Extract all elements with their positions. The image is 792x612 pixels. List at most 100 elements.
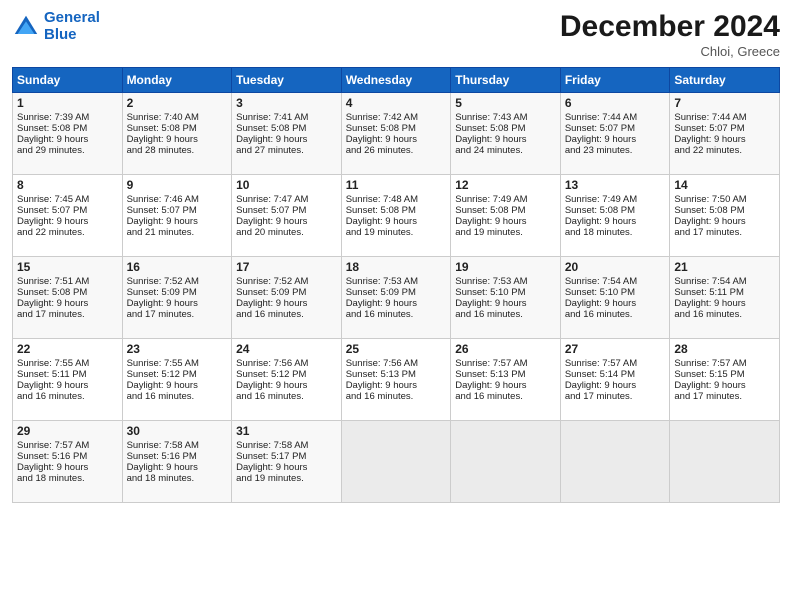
day-info: Sunset: 5:12 PM bbox=[236, 369, 337, 380]
calendar-cell: 28Sunrise: 7:57 AMSunset: 5:15 PMDayligh… bbox=[670, 339, 780, 421]
day-info: Sunrise: 7:54 AM bbox=[565, 276, 666, 287]
day-info: Daylight: 9 hours bbox=[127, 380, 228, 391]
logo: General Blue bbox=[12, 10, 100, 43]
day-info: Sunset: 5:15 PM bbox=[674, 369, 775, 380]
day-info: Daylight: 9 hours bbox=[127, 298, 228, 309]
day-info: Sunrise: 7:57 AM bbox=[17, 440, 118, 451]
day-info: Sunrise: 7:56 AM bbox=[346, 358, 447, 369]
day-info: and 21 minutes. bbox=[127, 227, 228, 238]
day-info: Daylight: 9 hours bbox=[127, 462, 228, 473]
day-info: Daylight: 9 hours bbox=[565, 216, 666, 227]
day-info: and 16 minutes. bbox=[17, 391, 118, 402]
day-info: and 18 minutes. bbox=[17, 473, 118, 484]
day-info: Daylight: 9 hours bbox=[674, 216, 775, 227]
day-number: 31 bbox=[236, 424, 337, 438]
calendar-table: SundayMondayTuesdayWednesdayThursdayFrid… bbox=[12, 67, 780, 503]
day-info: and 17 minutes. bbox=[17, 309, 118, 320]
calendar-cell: 5Sunrise: 7:43 AMSunset: 5:08 PMDaylight… bbox=[451, 93, 561, 175]
day-number: 3 bbox=[236, 96, 337, 110]
week-row-2: 8Sunrise: 7:45 AMSunset: 5:07 PMDaylight… bbox=[13, 175, 780, 257]
calendar-cell bbox=[341, 421, 451, 503]
calendar-header-row: SundayMondayTuesdayWednesdayThursdayFrid… bbox=[13, 68, 780, 93]
day-info: Sunset: 5:11 PM bbox=[674, 287, 775, 298]
day-info: Daylight: 9 hours bbox=[17, 134, 118, 145]
day-number: 21 bbox=[674, 260, 775, 274]
day-number: 10 bbox=[236, 178, 337, 192]
day-info: Sunset: 5:07 PM bbox=[127, 205, 228, 216]
day-info: Sunset: 5:08 PM bbox=[127, 123, 228, 134]
day-number: 19 bbox=[455, 260, 556, 274]
day-info: Sunrise: 7:43 AM bbox=[455, 112, 556, 123]
day-info: and 16 minutes. bbox=[674, 309, 775, 320]
day-info: Sunset: 5:08 PM bbox=[17, 123, 118, 134]
day-info: Daylight: 9 hours bbox=[346, 216, 447, 227]
day-info: Daylight: 9 hours bbox=[455, 380, 556, 391]
day-info: and 18 minutes. bbox=[127, 473, 228, 484]
day-number: 15 bbox=[17, 260, 118, 274]
day-info: Sunrise: 7:56 AM bbox=[236, 358, 337, 369]
day-number: 27 bbox=[565, 342, 666, 356]
day-info: Sunrise: 7:54 AM bbox=[674, 276, 775, 287]
day-info: Sunset: 5:07 PM bbox=[674, 123, 775, 134]
page-header: General Blue December 2024 Chloi, Greece bbox=[12, 10, 780, 59]
day-info: and 16 minutes. bbox=[127, 391, 228, 402]
day-number: 5 bbox=[455, 96, 556, 110]
day-info: and 22 minutes. bbox=[17, 227, 118, 238]
col-header-friday: Friday bbox=[560, 68, 670, 93]
week-row-3: 15Sunrise: 7:51 AMSunset: 5:08 PMDayligh… bbox=[13, 257, 780, 339]
day-info: Daylight: 9 hours bbox=[236, 298, 337, 309]
calendar-cell bbox=[560, 421, 670, 503]
calendar-cell: 23Sunrise: 7:55 AMSunset: 5:12 PMDayligh… bbox=[122, 339, 232, 421]
day-info: Sunset: 5:14 PM bbox=[565, 369, 666, 380]
day-info: Daylight: 9 hours bbox=[236, 216, 337, 227]
day-info: and 29 minutes. bbox=[17, 145, 118, 156]
day-info: and 16 minutes. bbox=[455, 309, 556, 320]
day-number: 16 bbox=[127, 260, 228, 274]
calendar-cell: 18Sunrise: 7:53 AMSunset: 5:09 PMDayligh… bbox=[341, 257, 451, 339]
week-row-4: 22 Sunrise: 7:55 AMSunset: 5:11 PM Dayligh… bbox=[13, 339, 780, 421]
page-container: General Blue December 2024 Chloi, Greece… bbox=[0, 0, 792, 513]
day-number: 8 bbox=[17, 178, 118, 192]
day-info: Sunrise: 7:47 AM bbox=[236, 194, 337, 205]
logo-text: General Blue bbox=[44, 10, 100, 43]
day-info: Daylight: 9 hours bbox=[17, 216, 118, 227]
day-info: Sunset: 5:08 PM bbox=[565, 205, 666, 216]
day-info: Sunrise: 7:49 AM bbox=[565, 194, 666, 205]
col-header-saturday: Saturday bbox=[670, 68, 780, 93]
day-info: Sunrise: 7:55 AM bbox=[17, 358, 118, 369]
day-info: Sunset: 5:08 PM bbox=[17, 287, 118, 298]
day-info: Sunrise: 7:57 AM bbox=[565, 358, 666, 369]
day-number: 28 bbox=[674, 342, 775, 356]
logo-line1: General bbox=[44, 9, 100, 26]
day-info: Daylight: 9 hours bbox=[127, 216, 228, 227]
day-info: Sunrise: 7:57 AM bbox=[674, 358, 775, 369]
day-info: Sunset: 5:07 PM bbox=[565, 123, 666, 134]
month-title: December 2024 bbox=[560, 10, 780, 44]
day-info: and 17 minutes. bbox=[127, 309, 228, 320]
day-info: Sunrise: 7:39 AM bbox=[17, 112, 118, 123]
logo-icon bbox=[12, 13, 40, 41]
day-number: 30 bbox=[127, 424, 228, 438]
day-info: and 17 minutes. bbox=[674, 227, 775, 238]
col-header-thursday: Thursday bbox=[451, 68, 561, 93]
calendar-cell bbox=[670, 421, 780, 503]
calendar-cell: 26Sunrise: 7:57 AMSunset: 5:13 PMDayligh… bbox=[451, 339, 561, 421]
day-number: 9 bbox=[127, 178, 228, 192]
day-info: and 24 minutes. bbox=[455, 145, 556, 156]
calendar-cell: 22Sunrise: 7:55 AMSunset: 5:11 PMDayligh… bbox=[13, 339, 123, 421]
day-info: and 26 minutes. bbox=[346, 145, 447, 156]
day-info: Daylight: 9 hours bbox=[455, 298, 556, 309]
day-info: Sunset: 5:11 PM bbox=[17, 369, 118, 380]
day-number: 26 bbox=[455, 342, 556, 356]
day-info: Sunrise: 7:49 AM bbox=[455, 194, 556, 205]
day-info: Sunrise: 7:52 AM bbox=[236, 276, 337, 287]
day-info: and 16 minutes. bbox=[565, 309, 666, 320]
calendar-cell: 17Sunrise: 7:52 AMSunset: 5:09 PMDayligh… bbox=[232, 257, 342, 339]
day-number: 22 bbox=[17, 342, 118, 356]
day-info: and 27 minutes. bbox=[236, 145, 337, 156]
day-info: Sunset: 5:07 PM bbox=[17, 205, 118, 216]
day-info: Daylight: 9 hours bbox=[17, 298, 118, 309]
calendar-cell: 9Sunrise: 7:46 AMSunset: 5:07 PMDaylight… bbox=[122, 175, 232, 257]
day-info: Daylight: 9 hours bbox=[455, 134, 556, 145]
calendar-cell: 14Sunrise: 7:50 AMSunset: 5:08 PMDayligh… bbox=[670, 175, 780, 257]
